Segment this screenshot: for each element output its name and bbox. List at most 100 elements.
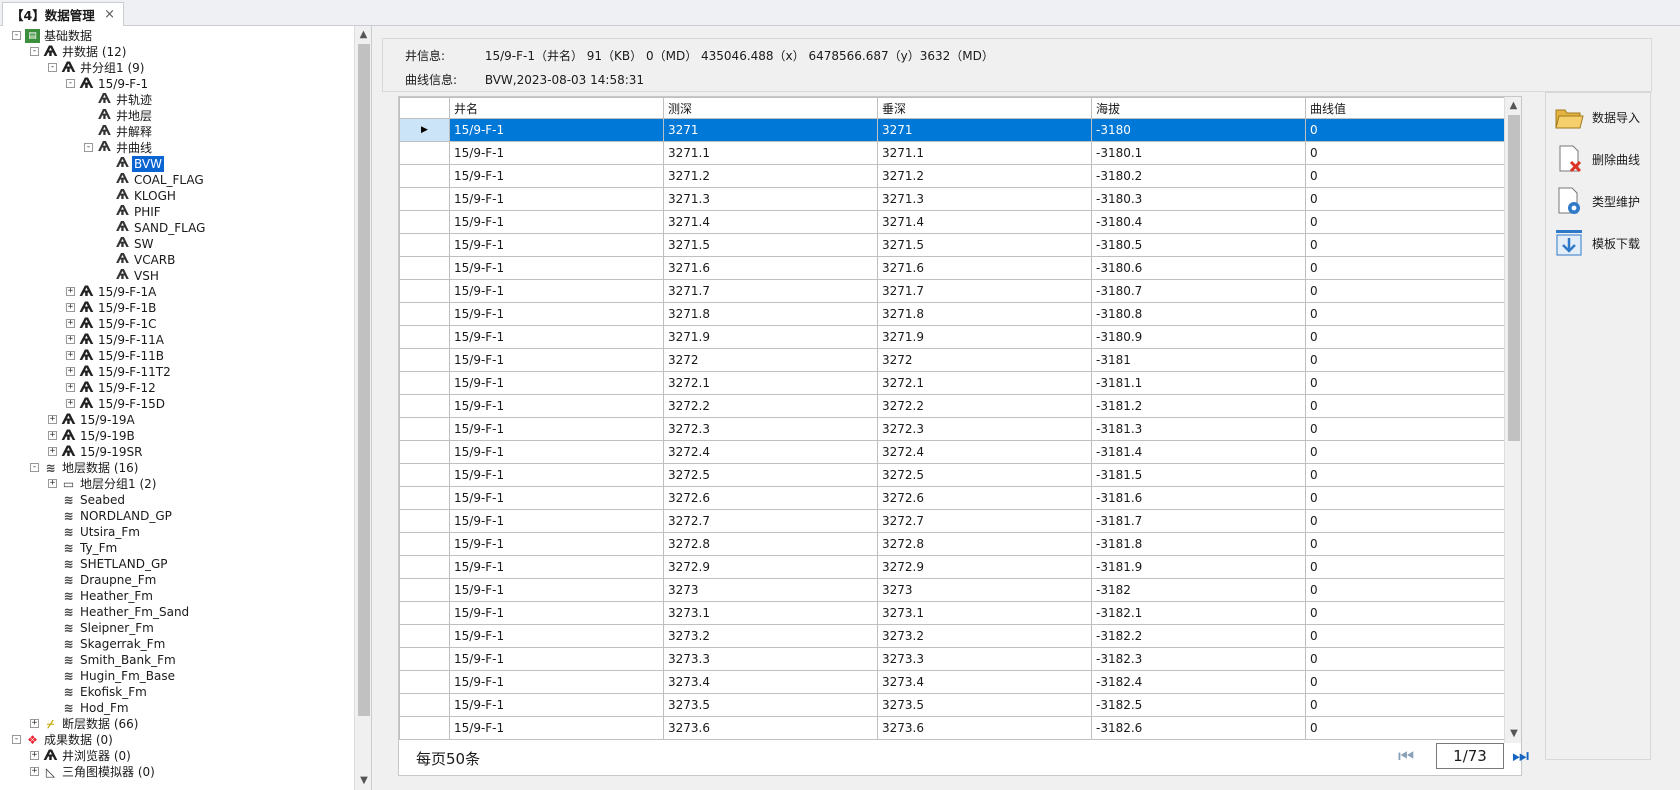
table-cell[interactable]: -3182.6 — [1091, 716, 1306, 740]
table-row[interactable]: 15/9-F-1 3273.3 3273.3 -3182.3 0 — [399, 647, 1520, 671]
table-cell[interactable]: -3181.6 — [1091, 486, 1306, 510]
expand-icon[interactable]: + — [66, 287, 75, 296]
expand-icon[interactable]: + — [66, 383, 75, 392]
scroll-down-icon[interactable]: ▼ — [355, 772, 371, 790]
tree-node[interactable]: + Ѧ 15/9-F-12 — [0, 380, 354, 396]
table-cell[interactable]: 0 — [1305, 693, 1520, 717]
table-cell[interactable]: -3182.4 — [1091, 670, 1306, 694]
table-cell[interactable]: -3180.8 — [1091, 302, 1306, 326]
row-indicator[interactable] — [399, 348, 450, 372]
tree-node[interactable]: + Ѧ 15/9-19B — [0, 428, 354, 444]
next-page-icon[interactable]: ⏭ — [1512, 745, 1529, 767]
table-cell[interactable]: -3181.4 — [1091, 440, 1306, 464]
table-cell[interactable]: -3182.2 — [1091, 624, 1306, 648]
tree-node[interactable]: ≋ Hugin_Fm_Base — [0, 668, 354, 684]
table-cell[interactable]: 3271 — [877, 118, 1092, 142]
table-cell[interactable]: -3182 — [1091, 578, 1306, 602]
table-cell[interactable]: 3272.9 — [663, 555, 878, 579]
table-cell[interactable]: 3273.6 — [663, 716, 878, 740]
expand-icon[interactable]: + — [48, 431, 57, 440]
tree-node[interactable]: Ѧ 井解释 — [0, 124, 354, 140]
tree-node[interactable]: - Ѧ 井数据 (12) — [0, 44, 354, 60]
table-cell[interactable]: 15/9-F-1 — [449, 555, 664, 579]
table-cell[interactable]: 15/9-F-1 — [449, 532, 664, 556]
tree-node[interactable]: + Ѧ 15/9-19SR — [0, 444, 354, 460]
expand-icon[interactable]: + — [30, 719, 39, 728]
table-cell[interactable]: 15/9-F-1 — [449, 118, 664, 142]
table-row[interactable]: 15/9-F-1 3272.4 3272.4 -3181.4 0 — [399, 440, 1520, 464]
tree-node[interactable]: ≋ SHETLAND_GP — [0, 556, 354, 572]
table-cell[interactable]: 3272.5 — [663, 463, 878, 487]
table-cell[interactable]: 3273.1 — [663, 601, 878, 625]
table-cell[interactable]: -3180 — [1091, 118, 1306, 142]
table-cell[interactable]: 3271.1 — [877, 141, 1092, 165]
row-indicator[interactable] — [399, 417, 450, 441]
table-cell[interactable]: 3271.8 — [877, 302, 1092, 326]
collapse-icon[interactable]: - — [48, 63, 57, 72]
tree-node[interactable]: Ѧ SAND_FLAG — [0, 220, 354, 236]
current-row-icon[interactable]: ▶ — [399, 118, 450, 142]
table-row[interactable]: 15/9-F-1 3272.9 3272.9 -3181.9 0 — [399, 555, 1520, 579]
table-cell[interactable]: 0 — [1305, 670, 1520, 694]
collapse-icon[interactable]: - — [30, 47, 39, 56]
tree-node[interactable]: + Ѧ 15/9-F-1A — [0, 284, 354, 300]
table-cell[interactable]: 15/9-F-1 — [449, 716, 664, 740]
tree-node[interactable]: ≋ Draupne_Fm — [0, 572, 354, 588]
table-cell[interactable]: 3273 — [877, 578, 1092, 602]
tree-node[interactable]: - Ѧ 井曲线 — [0, 140, 354, 156]
row-indicator[interactable] — [399, 624, 450, 648]
grid-scroll-thumb[interactable] — [1508, 115, 1520, 441]
type-maintenance-button[interactable]: 类型维护 — [1546, 181, 1652, 221]
table-cell[interactable]: 3272.4 — [877, 440, 1092, 464]
row-indicator[interactable] — [399, 210, 450, 234]
collapse-icon[interactable]: - — [66, 79, 75, 88]
table-cell[interactable]: 3271.8 — [663, 302, 878, 326]
tree-node[interactable]: + ◺ 三角图模拟器 (0) — [0, 764, 354, 780]
table-row[interactable]: 15/9-F-1 3272.1 3272.1 -3181.1 0 — [399, 371, 1520, 395]
table-row[interactable]: 15/9-F-1 3271.7 3271.7 -3180.7 0 — [399, 279, 1520, 303]
table-cell[interactable]: -3181.1 — [1091, 371, 1306, 395]
table-cell[interactable]: -3180.4 — [1091, 210, 1306, 234]
tree-node[interactable]: Ѧ BVW — [0, 156, 354, 172]
table-cell[interactable]: 15/9-F-1 — [449, 670, 664, 694]
table-cell[interactable]: -3181.7 — [1091, 509, 1306, 533]
tree-node[interactable]: Ѧ VSH — [0, 268, 354, 284]
table-cell[interactable]: 0 — [1305, 394, 1520, 418]
row-indicator[interactable] — [399, 486, 450, 510]
table-cell[interactable]: 15/9-F-1 — [449, 256, 664, 280]
table-cell[interactable]: 0 — [1305, 164, 1520, 188]
row-indicator[interactable] — [399, 279, 450, 303]
table-row[interactable]: 15/9-F-1 3271.8 3271.8 -3180.8 0 — [399, 302, 1520, 326]
table-cell[interactable]: 0 — [1305, 624, 1520, 648]
row-indicator[interactable] — [399, 647, 450, 671]
table-cell[interactable]: -3180.2 — [1091, 164, 1306, 188]
scroll-up-icon[interactable]: ▲ — [355, 26, 371, 44]
table-cell[interactable]: -3182.5 — [1091, 693, 1306, 717]
table-cell[interactable]: 15/9-F-1 — [449, 417, 664, 441]
expand-icon[interactable]: + — [66, 319, 75, 328]
collapse-icon[interactable]: - — [12, 735, 21, 744]
expand-icon[interactable]: + — [48, 479, 57, 488]
table-cell[interactable]: 3271.7 — [877, 279, 1092, 303]
table-cell[interactable]: 3271.9 — [877, 325, 1092, 349]
table-row[interactable]: 15/9-F-1 3271.6 3271.6 -3180.6 0 — [399, 256, 1520, 280]
table-cell[interactable]: 0 — [1305, 509, 1520, 533]
table-cell[interactable]: 3271.7 — [663, 279, 878, 303]
expand-icon[interactable]: + — [66, 335, 75, 344]
table-cell[interactable]: 0 — [1305, 463, 1520, 487]
first-page-icon[interactable]: ⏮ — [1398, 746, 1414, 767]
row-indicator[interactable] — [399, 233, 450, 257]
row-indicator[interactable] — [399, 187, 450, 211]
table-cell[interactable]: 0 — [1305, 279, 1520, 303]
tab-data-management[interactable]: 【4】数据管理 × — [2, 2, 124, 26]
table-cell[interactable]: 0 — [1305, 210, 1520, 234]
row-indicator[interactable] — [399, 532, 450, 556]
table-cell[interactable]: 3271 — [663, 118, 878, 142]
table-cell[interactable]: -3181.5 — [1091, 463, 1306, 487]
table-row[interactable]: 15/9-F-1 3271.3 3271.3 -3180.3 0 — [399, 187, 1520, 211]
table-cell[interactable]: 3273.5 — [877, 693, 1092, 717]
table-row[interactable]: 15/9-F-1 3272.7 3272.7 -3181.7 0 — [399, 509, 1520, 533]
tree-node[interactable]: Ѧ KLOGH — [0, 188, 354, 204]
import-data-button[interactable]: 数据导入 — [1546, 97, 1652, 137]
table-cell[interactable]: 15/9-F-1 — [449, 348, 664, 372]
